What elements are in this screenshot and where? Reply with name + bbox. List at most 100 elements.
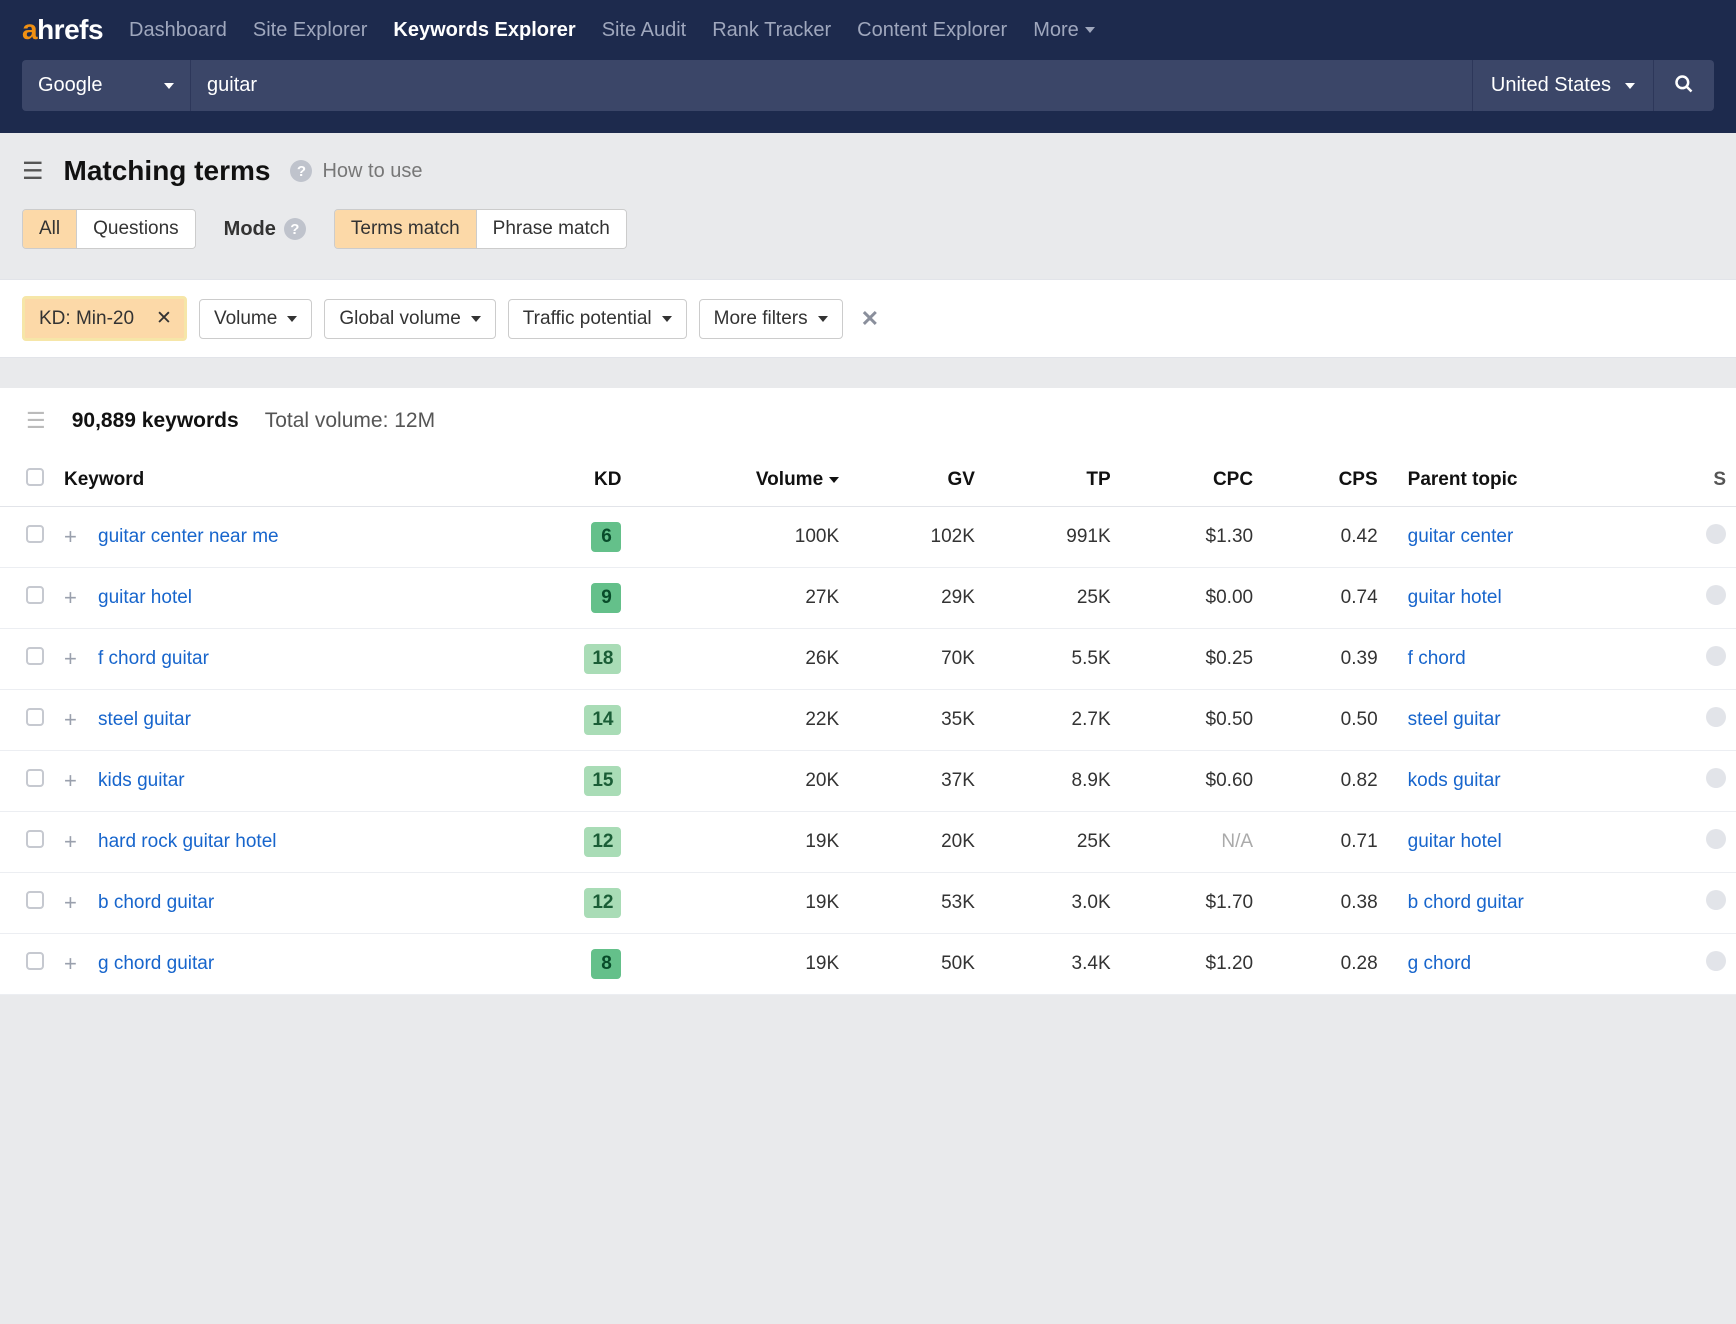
row-checkbox[interactable]: [26, 952, 44, 970]
cell-cpc: $0.50: [1121, 690, 1263, 751]
filter-kd-active[interactable]: KD: Min-20 ✕: [22, 296, 187, 341]
nav-more[interactable]: More: [1033, 19, 1095, 42]
expand-icon[interactable]: +: [64, 890, 77, 915]
close-icon[interactable]: ✕: [144, 307, 184, 330]
country-select[interactable]: United States: [1472, 60, 1653, 111]
col-volume[interactable]: Volume: [631, 454, 849, 507]
serp-button[interactable]: [1706, 646, 1726, 666]
tab-phrase-match[interactable]: Phrase match: [477, 210, 626, 248]
parent-topic-link[interactable]: guitar hotel: [1408, 587, 1502, 608]
filter-volume[interactable]: Volume: [199, 299, 312, 339]
expand-icon[interactable]: +: [64, 646, 77, 671]
nav-rank-tracker[interactable]: Rank Tracker: [712, 19, 831, 42]
kd-badge: 9: [591, 583, 621, 613]
parent-topic-link[interactable]: b chord guitar: [1408, 892, 1524, 913]
table-row: +b chord guitar1219K53K3.0K$1.700.38b ch…: [0, 873, 1736, 934]
row-checkbox[interactable]: [26, 647, 44, 665]
serp-button[interactable]: [1706, 524, 1726, 544]
select-all-checkbox[interactable]: [26, 468, 44, 486]
brand-logo[interactable]: ahrefs: [22, 14, 103, 46]
nav-site-explorer[interactable]: Site Explorer: [253, 19, 368, 42]
keyword-link[interactable]: hard rock guitar hotel: [98, 831, 277, 852]
filter-global-volume[interactable]: Global volume: [324, 299, 495, 339]
cell-cps: 0.50: [1263, 690, 1388, 751]
row-checkbox[interactable]: [26, 891, 44, 909]
logo-a: a: [22, 14, 37, 45]
cell-gv: 50K: [849, 934, 985, 995]
main-nav: Dashboard Site Explorer Keywords Explore…: [129, 19, 1095, 42]
sort-desc-icon: [829, 477, 839, 483]
keyword-link[interactable]: guitar center near me: [98, 526, 279, 547]
expand-icon[interactable]: +: [64, 951, 77, 976]
sidebar-toggle-icon[interactable]: ☰: [22, 157, 44, 186]
keyword-link[interactable]: guitar hotel: [98, 587, 192, 608]
cell-cpc: $0.60: [1121, 751, 1263, 812]
expand-icon[interactable]: +: [64, 524, 77, 549]
filter-more-label: More filters: [714, 308, 808, 330]
result-type-toggle: All Questions: [22, 209, 196, 249]
serp-button[interactable]: [1706, 951, 1726, 971]
keyword-link[interactable]: b chord guitar: [98, 892, 214, 913]
expand-icon[interactable]: +: [64, 585, 77, 610]
cell-tp: 5.5K: [985, 629, 1121, 690]
columns-toggle-icon[interactable]: ☰: [26, 408, 46, 434]
logo-rest: hrefs: [37, 14, 103, 45]
serp-button[interactable]: [1706, 707, 1726, 727]
cell-gv: 20K: [849, 812, 985, 873]
serp-button[interactable]: [1706, 585, 1726, 605]
parent-topic-link[interactable]: guitar center: [1408, 526, 1514, 547]
cell-tp: 8.9K: [985, 751, 1121, 812]
row-checkbox[interactable]: [26, 830, 44, 848]
keyword-link[interactable]: steel guitar: [98, 709, 191, 730]
parent-topic-link[interactable]: steel guitar: [1408, 709, 1501, 730]
filter-more[interactable]: More filters: [699, 299, 843, 339]
keyword-link[interactable]: g chord guitar: [98, 953, 214, 974]
keyword-input[interactable]: [190, 60, 1472, 111]
kd-badge: 14: [584, 705, 621, 735]
search-engine-select[interactable]: Google: [22, 60, 190, 111]
tab-all[interactable]: All: [23, 210, 77, 248]
keyword-link[interactable]: kids guitar: [98, 770, 185, 791]
col-tp[interactable]: TP: [985, 454, 1121, 507]
parent-topic-link[interactable]: f chord: [1408, 648, 1466, 669]
col-cps[interactable]: CPS: [1263, 454, 1388, 507]
tab-questions[interactable]: Questions: [77, 210, 195, 248]
col-parent[interactable]: Parent topic: [1388, 454, 1696, 507]
kd-badge: 12: [584, 827, 621, 857]
expand-icon[interactable]: +: [64, 768, 77, 793]
col-serp[interactable]: S: [1696, 454, 1736, 507]
row-checkbox[interactable]: [26, 525, 44, 543]
help-icon[interactable]: ?: [284, 218, 306, 240]
kd-badge: 15: [584, 766, 621, 796]
row-checkbox[interactable]: [26, 769, 44, 787]
table-row: +hard rock guitar hotel1219K20K25KN/A0.7…: [0, 812, 1736, 873]
row-checkbox[interactable]: [26, 586, 44, 604]
cell-cpc: $1.70: [1121, 873, 1263, 934]
table-row: +f chord guitar1826K70K5.5K$0.250.39f ch…: [0, 629, 1736, 690]
serp-button[interactable]: [1706, 890, 1726, 910]
how-to-use-link[interactable]: ? How to use: [290, 160, 422, 183]
serp-button[interactable]: [1706, 829, 1726, 849]
col-cpc[interactable]: CPC: [1121, 454, 1263, 507]
parent-topic-link[interactable]: guitar hotel: [1408, 831, 1502, 852]
expand-icon[interactable]: +: [64, 707, 77, 732]
col-gv[interactable]: GV: [849, 454, 985, 507]
nav-dashboard[interactable]: Dashboard: [129, 19, 227, 42]
parent-topic-link[interactable]: g chord: [1408, 953, 1471, 974]
nav-content-explorer[interactable]: Content Explorer: [857, 19, 1007, 42]
keyword-link[interactable]: f chord guitar: [98, 648, 209, 669]
expand-icon[interactable]: +: [64, 829, 77, 854]
tab-terms-match[interactable]: Terms match: [335, 210, 477, 248]
cell-tp: 3.4K: [985, 934, 1121, 995]
search-button[interactable]: [1653, 60, 1714, 111]
filter-traffic-potential[interactable]: Traffic potential: [508, 299, 687, 339]
serp-button[interactable]: [1706, 768, 1726, 788]
row-checkbox[interactable]: [26, 708, 44, 726]
nav-site-audit[interactable]: Site Audit: [602, 19, 687, 42]
cell-cpc: $1.30: [1121, 507, 1263, 568]
col-kd[interactable]: KD: [511, 454, 631, 507]
parent-topic-link[interactable]: kods guitar: [1408, 770, 1501, 791]
clear-filters-icon[interactable]: ✕: [855, 306, 885, 332]
nav-keywords-explorer[interactable]: Keywords Explorer: [393, 19, 575, 42]
col-keyword[interactable]: Keyword: [54, 454, 511, 507]
